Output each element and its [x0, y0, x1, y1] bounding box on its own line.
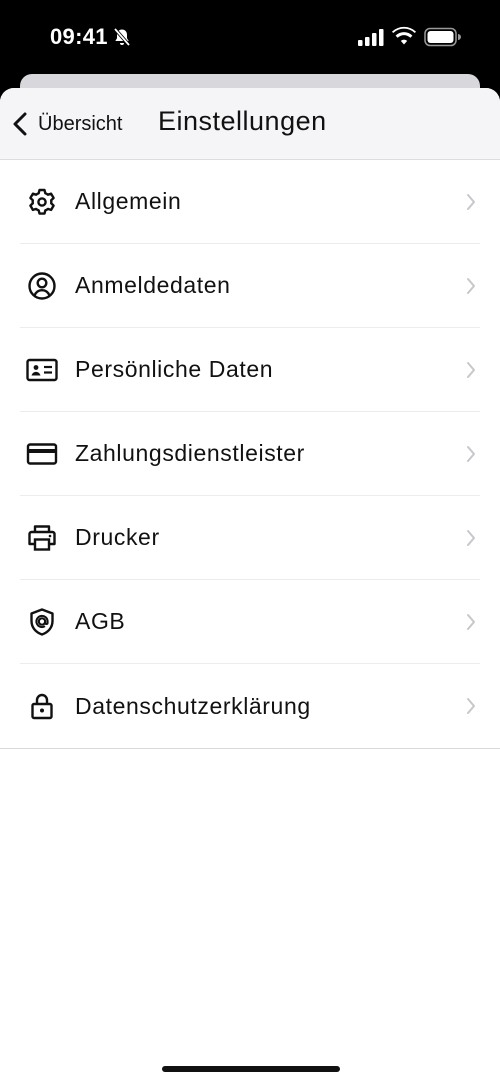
menu-item-datenschutzerklaerung[interactable]: Datenschutzerklärung [20, 664, 480, 748]
back-button[interactable]: Übersicht [8, 108, 122, 140]
battery-icon [424, 27, 461, 47]
menu-item-label: Zahlungsdienstleister [75, 440, 305, 466]
id-card-icon [26, 354, 58, 386]
navigation-bar: Übersicht Einstellungen [0, 88, 500, 160]
cellular-signal-icon [358, 29, 384, 46]
menu-item-label: Allgemein [75, 188, 182, 214]
settings-sheet: Übersicht Einstellungen Allgemein Anmeld… [0, 88, 500, 1083]
chevron-right-icon [467, 614, 475, 630]
menu-item-label: Datenschutzerklärung [75, 692, 311, 719]
chevron-right-icon [467, 530, 475, 546]
menu-item-allgemein[interactable]: Allgemein [20, 160, 480, 244]
chevron-right-icon [467, 698, 475, 714]
status-time: 09:41 [50, 24, 108, 49]
settings-menu: Allgemein Anmeldedaten Persönliche Daten… [0, 160, 500, 749]
back-label: Übersicht [38, 112, 123, 135]
menu-item-label: AGB [75, 608, 126, 634]
chevron-right-icon [467, 194, 475, 210]
gear-icon [26, 186, 58, 218]
chevron-right-icon [467, 362, 475, 378]
menu-item-label: Drucker [75, 524, 160, 550]
status-bar: 09:41 [0, 0, 500, 75]
menu-item-drucker[interactable]: Drucker [20, 496, 480, 580]
chevron-right-icon [467, 446, 475, 462]
credit-card-icon [26, 438, 58, 470]
page-title: Einstellungen [158, 106, 327, 136]
shield-icon [26, 606, 58, 638]
chevron-left-icon [13, 112, 27, 136]
menu-item-anmeldedaten[interactable]: Anmeldedaten [20, 244, 480, 328]
menu-item-zahlungsdienstleister[interactable]: Zahlungsdienstleister [20, 412, 480, 496]
menu-item-label: Anmeldedaten [75, 272, 231, 298]
bell-muted-icon [113, 27, 131, 47]
printer-icon [26, 522, 58, 554]
menu-item-persoenliche-daten[interactable]: Persönliche Daten [20, 328, 480, 412]
menu-item-label: Persönliche Daten [75, 356, 274, 382]
wifi-icon [392, 26, 416, 45]
menu-item-agb[interactable]: AGB [20, 580, 480, 664]
user-circle-icon [26, 270, 58, 302]
chevron-right-icon [467, 278, 475, 294]
lock-icon [26, 690, 58, 722]
home-indicator[interactable] [162, 1066, 340, 1072]
